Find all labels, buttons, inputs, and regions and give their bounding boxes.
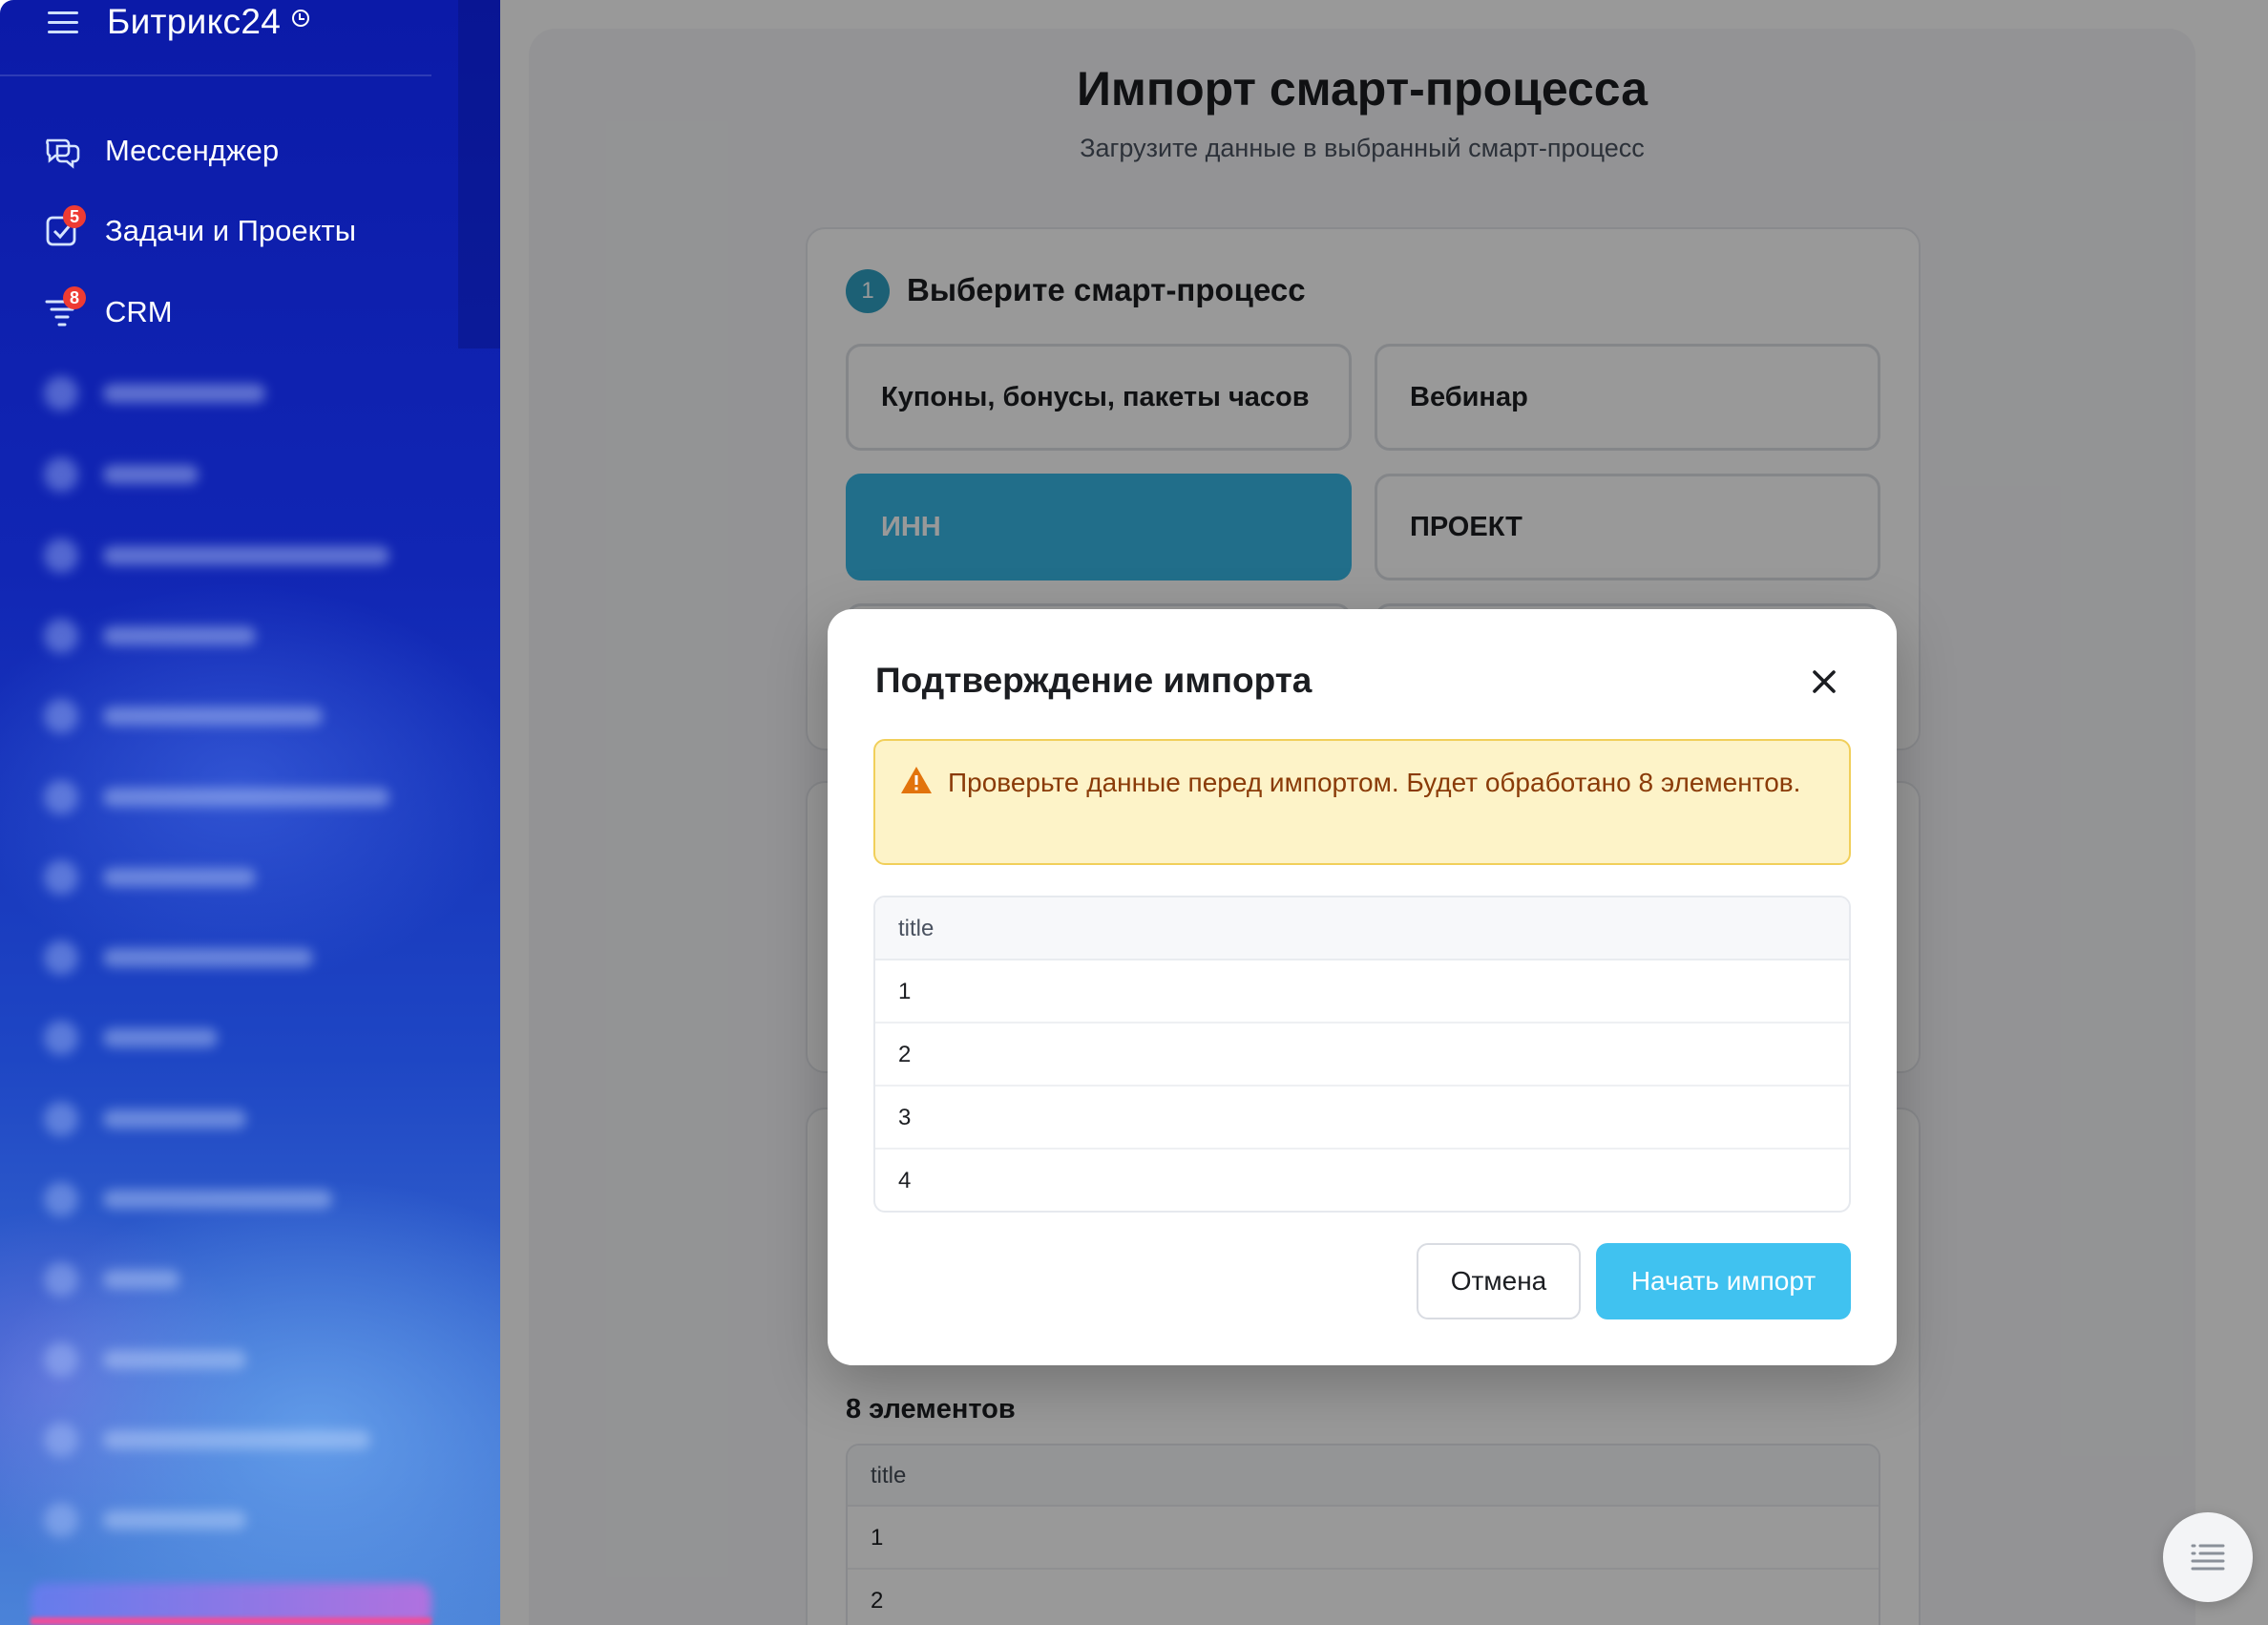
table-row: 1 (875, 960, 1849, 1024)
tasks-badge: 5 (63, 205, 86, 228)
sidebar-item-label: Мессенджер (105, 134, 280, 167)
cancel-button[interactable]: Отмена (1417, 1243, 1581, 1319)
sidebar-item-blurred[interactable] (44, 1100, 407, 1138)
sidebar-item-blurred[interactable] (44, 778, 407, 816)
sidebar-bottom-stripe (31, 1617, 431, 1625)
sidebar-item-blurred[interactable] (44, 1421, 407, 1459)
table-row: 3 (875, 1087, 1849, 1150)
close-icon[interactable] (1805, 663, 1843, 701)
warning-icon (900, 766, 933, 794)
sidebar-item-blurred[interactable] (44, 1340, 407, 1379)
clock-icon (292, 10, 309, 27)
dialog-title: Подтверждение импорта (875, 661, 1312, 700)
table-header-title: title (875, 897, 1849, 960)
sidebar-item-blurred[interactable] (44, 617, 407, 655)
sidebar-item-blurred[interactable] (44, 455, 407, 494)
table-row: 4 (898, 1168, 912, 1193)
sidebar-item-label: CRM (105, 295, 173, 328)
start-import-button[interactable]: Начать импорт (1596, 1243, 1851, 1319)
sidebar-item-messenger[interactable]: Мессенджер (44, 122, 445, 179)
sidebar-item-blurred[interactable] (44, 1501, 407, 1539)
menu-burger-icon[interactable] (48, 11, 78, 34)
brand-logo[interactable]: Битрикс24 (107, 2, 281, 42)
warning-text: Проверьте данные перед импортом. Будет о… (948, 768, 1801, 797)
sidebar-item-tasks[interactable]: 5 Задачи и Проекты (44, 202, 445, 260)
tasks-checkbox-icon: 5 (44, 205, 86, 249)
list-icon (2191, 1544, 2225, 1571)
sidebar-item-label: Задачи и Проекты (105, 214, 357, 247)
sidebar-edge (458, 0, 500, 348)
import-confirm-dialog: Подтверждение импорта Проверьте данные п… (828, 609, 1897, 1365)
sidebar-item-blurred[interactable] (44, 374, 407, 412)
sidebar: Битрикс24 Мессенджер 5 Задачи и Проекты … (0, 0, 500, 1625)
sidebar-item-blurred[interactable] (44, 537, 407, 575)
chat-icon (44, 133, 80, 169)
sidebar-item-crm[interactable]: 8 CRM (44, 284, 445, 341)
sidebar-item-blurred[interactable] (44, 858, 407, 897)
confirm-preview-table: title 1 2 3 4 (873, 896, 1851, 1213)
crm-funnel-icon: 8 (44, 286, 86, 330)
crm-badge: 8 (63, 286, 86, 309)
sidebar-item-blurred[interactable] (44, 697, 407, 735)
table-row: 2 (875, 1024, 1849, 1087)
sidebar-item-blurred[interactable] (44, 1180, 407, 1218)
warning-alert: Проверьте данные перед импортом. Будет о… (873, 739, 1851, 865)
sidebar-item-blurred[interactable] (44, 1019, 407, 1057)
sidebar-header: Битрикс24 (0, 0, 431, 76)
sidebar-item-blurred[interactable] (44, 939, 407, 977)
floating-list-button[interactable] (2163, 1512, 2253, 1602)
sidebar-item-blurred[interactable] (44, 1260, 407, 1298)
